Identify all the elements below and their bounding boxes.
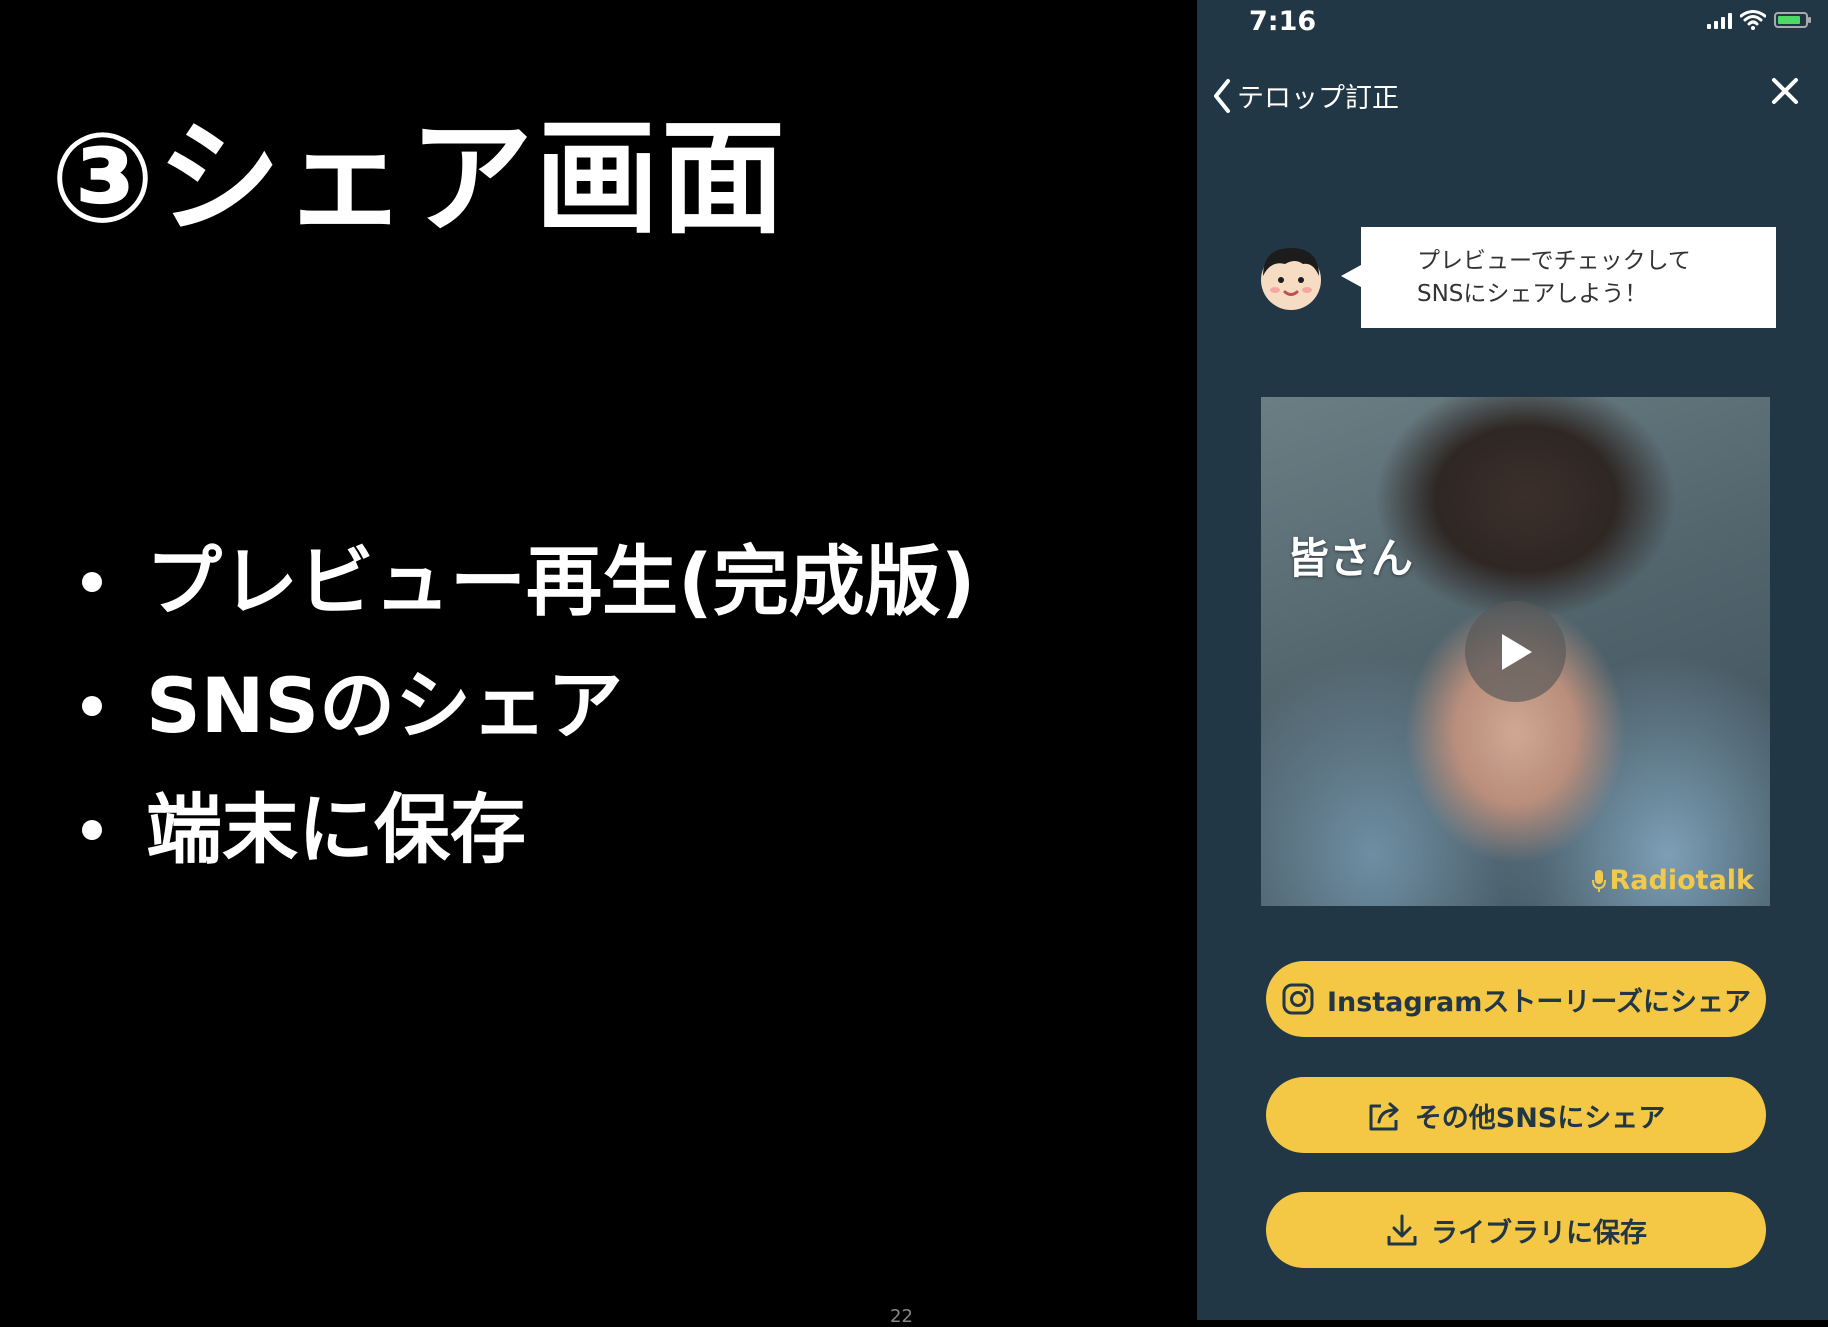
battery-icon <box>1774 12 1811 28</box>
close-icon <box>1772 78 1798 104</box>
share-icon <box>1369 1102 1399 1131</box>
microphone-icon <box>1591 869 1606 892</box>
other-sns-share-button[interactable]: その他SNSにシェア <box>1266 1077 1766 1153</box>
nav-bar: テロップ訂正 <box>1197 68 1828 120</box>
bullet-dot <box>82 572 102 592</box>
slide-page-number: 22 <box>890 1306 913 1327</box>
close-button[interactable] <box>1770 76 1800 110</box>
save-label: ライブラリに保存 <box>1431 1217 1647 1249</box>
instagram-icon <box>1282 983 1314 1015</box>
phone-screen: 7:16 テロップ訂正 プレビューでチェックして SNSにシェアしよう！ 皆さん… <box>1197 0 1828 1320</box>
save-to-library-button[interactable]: ライブラリに保存 <box>1266 1192 1766 1268</box>
status-icons <box>1707 10 1811 30</box>
speech-line-2: SNSにシェアしよう！ <box>1417 281 1648 307</box>
bullet-item: 端末に保存 <box>82 768 975 892</box>
bullet-text: SNSのシェア <box>146 661 624 750</box>
bullet-dot <box>82 820 102 840</box>
bullet-text: 端末に保存 <box>146 785 526 874</box>
status-bar: 7:16 <box>1197 0 1828 44</box>
play-icon <box>1501 633 1532 670</box>
wifi-icon <box>1740 10 1766 30</box>
bullet-item: プレビュー再生(完成版) <box>82 520 975 644</box>
speech-bubble: プレビューでチェックして SNSにシェアしよう！ <box>1341 227 1776 328</box>
play-button[interactable] <box>1465 601 1566 702</box>
back-button-label: テロップ訂正 <box>1237 83 1399 114</box>
watermark-text: Radiotalk <box>1609 865 1754 896</box>
mascot-avatar-icon <box>1261 248 1321 310</box>
preview-caption: 皆さん <box>1287 534 1414 583</box>
radiotalk-watermark: Radiotalk <box>1591 865 1754 896</box>
bullet-text: プレビュー再生(完成版) <box>146 537 976 626</box>
speech-line-1: プレビューでチェックして <box>1417 248 1691 274</box>
presentation-slide: ③シェア画面 プレビュー再生(完成版) SNSのシェア 端末に保存 22 <box>0 0 1197 1327</box>
signal-icon <box>1707 11 1732 29</box>
instagram-share-label: Instagramストーリーズにシェア <box>1326 986 1752 1018</box>
back-button[interactable]: テロップ訂正 <box>1211 76 1399 115</box>
bullet-list: プレビュー再生(完成版) SNSのシェア 端末に保存 <box>82 520 975 892</box>
status-time: 7:16 <box>1249 6 1317 37</box>
bullet-item: SNSのシェア <box>82 644 975 768</box>
chevron-left-icon <box>1214 78 1230 113</box>
bullet-dot <box>82 696 102 716</box>
video-preview[interactable]: 皆さん Radiotalk <box>1261 397 1770 906</box>
instagram-stories-share-button[interactable]: Instagramストーリーズにシェア <box>1266 961 1766 1037</box>
download-icon <box>1387 1214 1417 1246</box>
slide-title: ③シェア画面 <box>50 107 787 251</box>
other-sns-share-label: その他SNSにシェア <box>1414 1102 1666 1134</box>
